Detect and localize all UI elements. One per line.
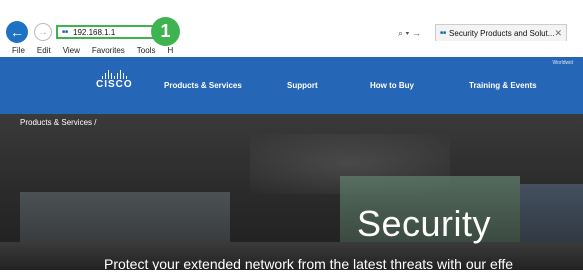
worldwide-link[interactable]: Worldwid: [553, 60, 573, 66]
breadcrumb[interactable]: Products & Services /: [20, 118, 96, 127]
menu-edit[interactable]: Edit: [37, 46, 51, 55]
hero-title: Security: [357, 203, 492, 244]
menu-file[interactable]: File: [12, 46, 25, 55]
search-dropdown-icon[interactable]: ⌕ ▾ →: [398, 28, 421, 39]
hero-banner: [0, 114, 583, 270]
browser-tab[interactable]: ■■ Security Products and Solut... ✕: [435, 24, 567, 41]
nav-products-services[interactable]: Products & Services: [164, 81, 242, 90]
logo-text: CISCO: [96, 79, 133, 90]
cisco-logo[interactable]: CISCO: [96, 70, 132, 90]
address-text: 192.168.1.1: [73, 27, 116, 37]
nav-training-events[interactable]: Training & Events: [469, 81, 537, 90]
tab-favicon-icon: ■■: [440, 30, 447, 36]
menu-tools[interactable]: Tools: [137, 46, 156, 55]
cisco-favicon-icon: ■■: [61, 29, 69, 35]
menu-bar: File Edit View Favorites Tools H: [0, 43, 583, 57]
tab-title: Security Products and Solut...: [449, 28, 555, 38]
nav-how-to-buy[interactable]: How to Buy: [370, 81, 414, 90]
nav-support[interactable]: Support: [287, 81, 318, 90]
menu-favorites[interactable]: Favorites: [92, 46, 125, 55]
browser-chrome: ← → ■■ 192.168.1.1 1 ⌕ ▾ → ■■ Security P…: [0, 0, 583, 57]
menu-view[interactable]: View: [63, 46, 80, 55]
forward-arrow-icon[interactable]: →: [34, 23, 52, 41]
step-callout-badge: 1: [151, 17, 180, 46]
menu-help[interactable]: H: [167, 46, 173, 55]
cisco-bars-icon: [96, 70, 132, 79]
tab-close-icon[interactable]: ✕: [554, 28, 562, 39]
back-arrow-icon[interactable]: ←: [6, 21, 28, 43]
